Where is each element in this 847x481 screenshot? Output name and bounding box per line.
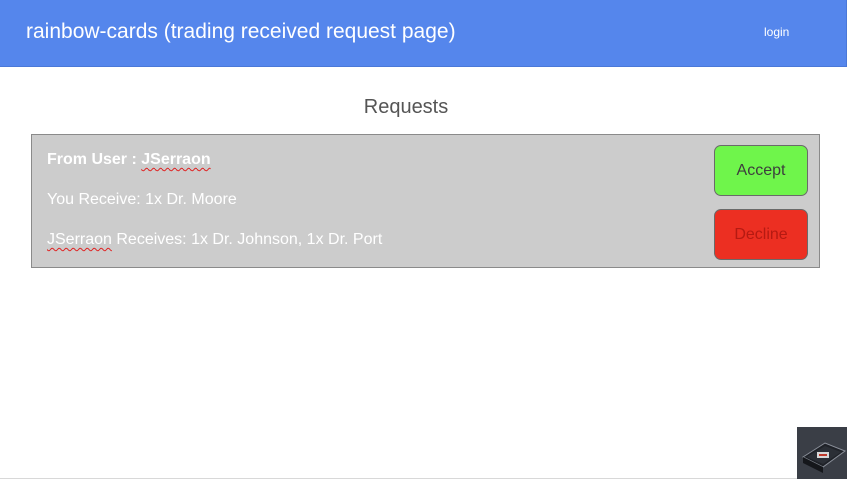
- request-card: From User : JSerraon You Receive: 1x Dr.…: [31, 134, 820, 268]
- thumbnail-graphic: [797, 427, 847, 479]
- from-user-name: JSerraon: [141, 151, 211, 168]
- from-user-prefix: From User :: [47, 151, 142, 168]
- user-receives-line: JSerraon Receives: 1x Dr. Johnson, 1x Dr…: [47, 231, 382, 249]
- accept-button[interactable]: Accept: [714, 145, 808, 196]
- bottom-divider: [0, 478, 847, 479]
- login-link[interactable]: login: [764, 25, 789, 39]
- receiving-user-name: JSerraon: [47, 231, 112, 248]
- page-title: Requests: [363, 96, 449, 118]
- user-receives-text: Receives: 1x Dr. Johnson, 1x Dr. Port: [111, 231, 383, 248]
- app-thumbnail-icon[interactable]: [797, 427, 847, 479]
- you-receive-line: You Receive: 1x Dr. Moore: [47, 191, 237, 208]
- decline-button[interactable]: Decline: [714, 209, 808, 260]
- top-header: rainbow-cards (trading received request …: [0, 0, 847, 67]
- request-from-line: From User : JSerraon: [47, 151, 211, 169]
- app-title: rainbow-cards (trading received request …: [26, 20, 456, 43]
